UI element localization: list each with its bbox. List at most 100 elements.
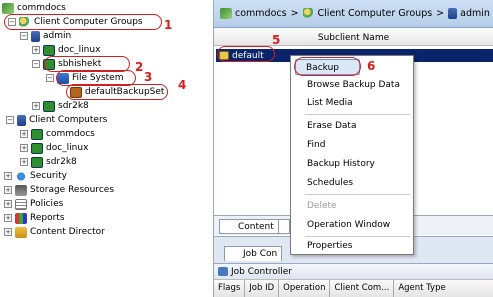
menu-item-list-media[interactable]: List Media [291,95,413,111]
collapse-toggle-icon[interactable]: − [20,32,28,40]
callout-number-4: 4 [178,78,187,92]
server-icon [448,8,458,19]
callout-oval-4 [66,84,168,100]
column-header[interactable]: Agent Type [394,280,449,297]
tree-item-label: commdocs [17,3,66,13]
tree-item-reports[interactable]: + Reports [4,212,65,224]
tree-item-content-director[interactable]: + Content Director [4,226,105,238]
tree-item-sdr2k8-client[interactable]: + sdr2k8 [20,156,77,168]
menu-separator [305,114,410,115]
commcell-icon [2,2,14,14]
expand-toggle-icon[interactable]: + [20,144,28,152]
job-controller-title: Job Controller [231,266,293,277]
policies-icon [15,198,27,210]
collapse-toggle-icon[interactable]: − [32,60,40,68]
tree-item-label: Policies [30,199,64,209]
tab-label: Job Con [243,249,278,259]
tab-label: Content [238,222,274,232]
menu-item-browse-backup-data[interactable]: Browse Backup Data [291,77,413,93]
expand-toggle-icon[interactable]: + [32,102,40,110]
column-header[interactable]: Flags [214,280,246,297]
expand-toggle-icon[interactable]: + [4,214,12,222]
expand-toggle-icon[interactable]: + [4,186,12,194]
tab-job-controller[interactable]: Job Con [224,246,283,261]
menu-separator [305,236,410,237]
expand-toggle-icon[interactable]: + [20,158,28,166]
expand-toggle-icon[interactable]: + [4,172,12,180]
tree-item-security[interactable]: + Security [4,170,67,182]
callout-number-2: 2 [135,60,144,74]
tree-item-label: doc_linux [46,143,89,153]
breadcrumb-item[interactable]: admin [460,8,490,19]
callout-number-6: 6 [367,59,376,73]
menu-item-operation-window[interactable]: Operation Window [291,217,413,233]
client-group-icon [302,8,315,19]
tree-item-commcell[interactable]: commdocs [2,2,66,14]
menu-item-properties[interactable]: Properties [291,238,413,254]
tab-content[interactable]: Content [219,219,279,234]
callout-oval-6 [294,57,361,76]
client-computer-icon [43,44,55,56]
commcell-icon [220,8,232,19]
column-header[interactable]: Operation [279,280,331,297]
breadcrumb: commdocs > Client Computer Groups > admi… [214,0,493,28]
content-director-icon [15,226,27,238]
server-icon [17,114,26,126]
collapse-toggle-icon[interactable]: − [46,74,54,82]
column-header-subclient-name[interactable]: Subclient Name [214,30,493,46]
breadcrumb-item[interactable]: commdocs [235,8,287,19]
server-icon [31,30,40,42]
callout-oval-5 [217,46,275,62]
menu-item-delete: Delete [307,201,337,211]
reports-icon [15,212,27,224]
tree-item-label: Client Computers [29,115,108,125]
tree-item-label: sdr2k8 [58,101,89,111]
column-header[interactable]: Client Com... [330,280,395,297]
callout-number-1: 1 [164,18,173,32]
job-controller-title-bar: Job Controller [214,263,493,279]
breadcrumb-separator: > [290,8,299,19]
breadcrumb-item[interactable]: Client Computer Groups [318,8,433,19]
tree-item-policies[interactable]: + Policies [4,198,63,210]
menu-item-find[interactable]: Find [291,137,413,153]
expand-toggle-icon[interactable]: + [32,46,40,54]
job-controller-column-headers: Flags Job ID Operation Client Com... Age… [214,279,493,297]
tree-item-label: Reports [30,213,65,223]
tree-item-admin[interactable]: − admin [20,30,71,42]
column-header[interactable]: Job ID [245,280,280,297]
expand-toggle-icon[interactable]: + [4,228,12,236]
tree-item-client-computers[interactable]: − Client Computers [6,114,107,126]
storage-icon [15,184,27,196]
context-menu: Backup Browse Backup Data List Media Era… [290,55,414,255]
job-controller-icon [218,267,228,276]
tree-item-label: Storage Resources [30,185,115,195]
navigation-tree: commdocs − Client Computer Groups − admi… [0,0,214,297]
expand-toggle-icon[interactable]: + [20,130,28,138]
menu-item-erase-data[interactable]: Erase Data [291,118,413,134]
tree-item-label: doc_linux [58,45,101,55]
menu-separator [305,194,410,195]
security-icon [15,170,27,182]
tree-item-label: commdocs [46,129,95,139]
tree-item-label: Security [30,171,67,181]
tree-item-commdocs-client[interactable]: + commdocs [20,128,95,140]
tree-item-label: admin [43,31,72,41]
tree-item-sdr2k8[interactable]: + sdr2k8 [32,100,89,112]
tree-item-storage-resources[interactable]: + Storage Resources [4,184,114,196]
tree-item-label: sdr2k8 [46,157,77,167]
callout-oval-1 [4,14,162,30]
menu-item-backup-history[interactable]: Backup History [291,156,413,172]
breadcrumb-separator: > [436,8,445,19]
client-computer-icon [31,142,43,154]
client-computer-icon [31,156,43,168]
tree-item-label: Content Director [30,227,105,237]
menu-item-schedules[interactable]: Schedules [291,175,413,191]
tree-item-doc-linux-client[interactable]: + doc_linux [20,142,88,154]
tree-item-doc-linux[interactable]: + doc_linux [32,44,100,56]
expand-toggle-icon[interactable]: + [4,200,12,208]
callout-number-5: 5 [272,33,281,47]
tab-secondary[interactable] [278,219,290,234]
client-computer-icon [31,128,43,140]
collapse-toggle-icon[interactable]: − [6,116,14,124]
client-computer-icon [43,100,55,112]
